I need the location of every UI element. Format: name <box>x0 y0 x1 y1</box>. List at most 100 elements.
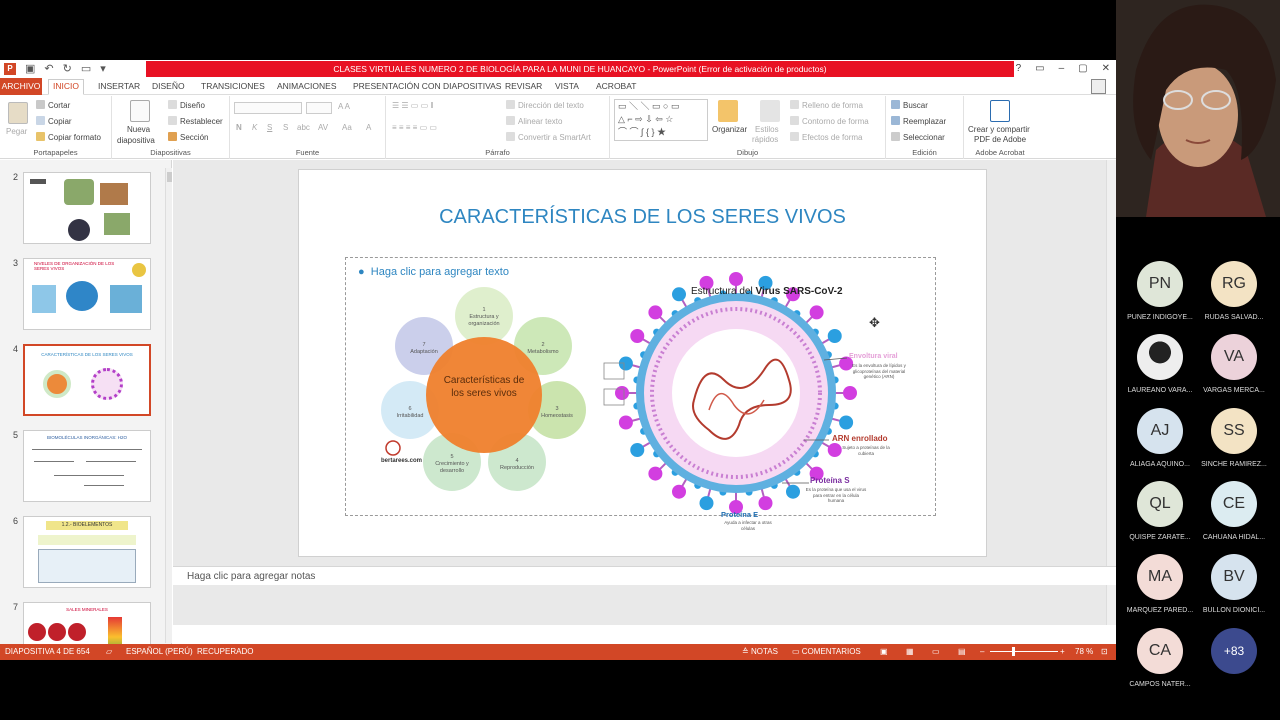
zoom-slider-thumb[interactable] <box>1012 647 1015 656</box>
italic-button[interactable]: K <box>252 122 257 133</box>
paste-icon[interactable] <box>8 102 28 124</box>
layout-button[interactable]: Diseño <box>168 100 205 111</box>
underline-button[interactable]: S <box>267 122 272 133</box>
shape-effects-button[interactable]: Efectos de forma <box>790 132 862 143</box>
participant-tile[interactable]: QL QUISPE ZARATE... <box>1122 480 1198 541</box>
tab-diseno[interactable]: DISEÑO <box>152 80 185 93</box>
shadow-button[interactable]: S <box>283 122 288 133</box>
slide-thumbnail-5[interactable]: BIOMOLÉCULAS INORGÁNICAS: H2O <box>23 430 151 502</box>
arrange-button[interactable]: Organizar <box>712 124 747 135</box>
participant-tile[interactable]: CE CAHUANA HIDAL... <box>1196 480 1272 541</box>
current-slide[interactable]: CARACTERÍSTICAS DE LOS SERES VIVOS ● Hag… <box>298 169 987 557</box>
minimize-button[interactable]: – <box>1059 62 1065 75</box>
font-grow-icon[interactable]: A A <box>338 101 350 112</box>
reset-button[interactable]: Restablecer <box>168 116 223 127</box>
spike-protein <box>672 484 686 499</box>
new-slide-icon[interactable] <box>130 100 150 122</box>
thumbnail-number: 3 <box>13 258 19 268</box>
spacing-button[interactable]: AV <box>318 122 328 133</box>
shape-outline-button[interactable]: Contorno de forma <box>790 116 869 127</box>
ribbon-display-button[interactable]: ▭ <box>1035 62 1044 75</box>
redo-icon[interactable]: ↻ <box>63 62 72 76</box>
replace-button[interactable]: Reemplazar <box>891 116 946 127</box>
reading-view-icon[interactable]: ▭ <box>932 647 940 657</box>
smartart-button[interactable]: Convertir a SmartArt <box>506 132 591 143</box>
participant-tile[interactable]: LAUREANO VARA... <box>1122 334 1198 394</box>
participant-tile[interactable]: BV BULLON DIONICI... <box>1196 554 1272 614</box>
tab-animaciones[interactable]: ANIMACIONES <box>277 80 337 93</box>
tab-insertar[interactable]: INSERTAR <box>98 80 140 93</box>
participant-tile[interactable]: AJ ALIAGA AQUINO... <box>1122 407 1198 468</box>
maximize-button[interactable]: ▢ <box>1078 62 1087 75</box>
help-button[interactable]: ? <box>1016 62 1022 75</box>
tab-revisar[interactable]: REVISAR <box>505 80 542 93</box>
change-case-button[interactable]: Aa <box>342 122 352 133</box>
undo-icon[interactable]: ↶ <box>44 62 53 76</box>
save-icon[interactable]: ▣ <box>25 62 35 76</box>
zoom-slider[interactable] <box>990 651 1058 652</box>
user-account-icon[interactable] <box>1091 79 1106 94</box>
align-icons[interactable]: ≡ ≡ ≡ ≡ ▭ ▭ <box>392 122 437 133</box>
slide-thumbnail-7[interactable]: SALES MINERALES <box>23 602 151 645</box>
notes-pane[interactable]: Haga clic para agregar notas <box>173 566 1116 585</box>
shapes-gallery[interactable]: ▭ ＼ ＼ ▭ ○ ▭ △ ⌐ ⇨ ⇩ ⇦ ☆ ⌒ ⌒ ∫ { } ★ <box>614 99 708 141</box>
participant-tile[interactable]: MA MARQUEZ PARED... <box>1122 554 1198 614</box>
zoom-in-button[interactable]: + <box>1060 647 1065 657</box>
slide-thumbnail-6[interactable]: 1.2.- BIOELEMENTOS <box>23 516 151 588</box>
tab-transiciones[interactable]: TRANSICIONES <box>201 80 265 93</box>
text-direction-button[interactable]: Dirección del texto <box>506 100 584 111</box>
tab-acrobat[interactable]: ACROBAT <box>596 80 636 93</box>
language-label[interactable]: ESPAÑOL (PERÚ) <box>126 647 193 657</box>
tab-inicio[interactable]: INICIO <box>48 79 84 95</box>
strikethrough-button[interactable]: abc <box>297 122 310 133</box>
new-slide-button[interactable]: Nueva <box>127 124 150 135</box>
arrange-icon[interactable] <box>718 100 738 122</box>
shape-fill-button[interactable]: Relleno de forma <box>790 100 863 111</box>
copy-button[interactable]: Copiar <box>36 116 72 127</box>
participant-tile[interactable]: SS SINCHE RAMÍREZ... <box>1196 407 1272 468</box>
comments-button[interactable]: ▭ COMENTARIOS <box>792 647 861 657</box>
font-size-field[interactable] <box>306 102 332 114</box>
tab-vista[interactable]: VISTA <box>555 80 579 93</box>
select-button[interactable]: Seleccionar <box>891 132 945 143</box>
paste-button[interactable]: Pegar <box>6 126 27 137</box>
notes-button[interactable]: ≙ NOTAS <box>742 647 778 657</box>
participant-tile[interactable]: RG RUDAS SALVAD... <box>1196 261 1272 321</box>
font-color-button[interactable]: A <box>366 122 371 133</box>
normal-view-icon[interactable]: ▣ <box>880 647 888 657</box>
slide-thumbnail-3[interactable]: NIVELES DE ORGANIZACIÓN DE LOS SERES VIV… <box>23 258 151 330</box>
slides-scrollbar[interactable] <box>165 168 172 643</box>
align-text-button[interactable]: Alinear texto <box>506 116 562 127</box>
participant-tile[interactable]: PN PUÑEZ INDIGOYE... <box>1122 261 1198 321</box>
slide-thumbnail-2[interactable] <box>23 172 151 244</box>
format-painter-button[interactable]: Copiar formato <box>36 132 101 143</box>
slide-sorter-icon[interactable]: ▦ <box>906 647 914 657</box>
bold-button[interactable]: N <box>236 122 242 133</box>
quick-styles-icon[interactable] <box>760 100 780 122</box>
fit-slide-icon[interactable]: ⊡ <box>1101 647 1108 657</box>
section-button[interactable]: Sección <box>168 132 208 143</box>
cut-button[interactable]: Cortar <box>36 100 70 111</box>
font-name-field[interactable] <box>234 102 302 114</box>
notes-placeholder[interactable]: Haga clic para agregar notas <box>187 571 315 582</box>
bullets-icon[interactable]: ☰ ☰ ▭ ▭ ‖ <box>392 100 434 111</box>
editor-scrollbar[interactable] <box>1106 160 1116 625</box>
participant-tile[interactable]: +83 <box>1196 627 1272 674</box>
new-slide-label[interactable]: diapositiva <box>117 135 155 146</box>
close-button[interactable]: ✕ <box>1102 62 1110 75</box>
slideshow-icon[interactable]: ▤ <box>958 647 966 657</box>
zoom-level[interactable]: 78 % <box>1075 647 1093 657</box>
customize-toolbar-icon[interactable]: ▾ <box>100 62 106 76</box>
find-button[interactable]: Buscar <box>891 100 928 111</box>
participant-tile[interactable]: CA CAMPOS NATER... <box>1122 627 1198 688</box>
quick-styles-label[interactable]: rápidos <box>752 134 778 145</box>
spellcheck-icon[interactable]: ▱ <box>106 647 112 657</box>
zoom-out-button[interactable]: – <box>980 647 984 657</box>
tab-presentacion[interactable]: PRESENTACIÓN CON DIAPOSITIVAS <box>353 80 501 93</box>
pdf-icon[interactable] <box>990 100 1010 122</box>
participant-tile[interactable]: VA VARGAS MERCA... <box>1196 334 1272 394</box>
tab-archivo[interactable]: ARCHIVO <box>0 78 42 95</box>
slide-thumbnail-4[interactable]: CARACTERÍSTICAS DE LOS SERES VIVOS <box>23 344 151 416</box>
create-pdf-label[interactable]: PDF de Adobe <box>974 134 1026 145</box>
start-presentation-icon[interactable]: ▭ <box>81 62 91 76</box>
